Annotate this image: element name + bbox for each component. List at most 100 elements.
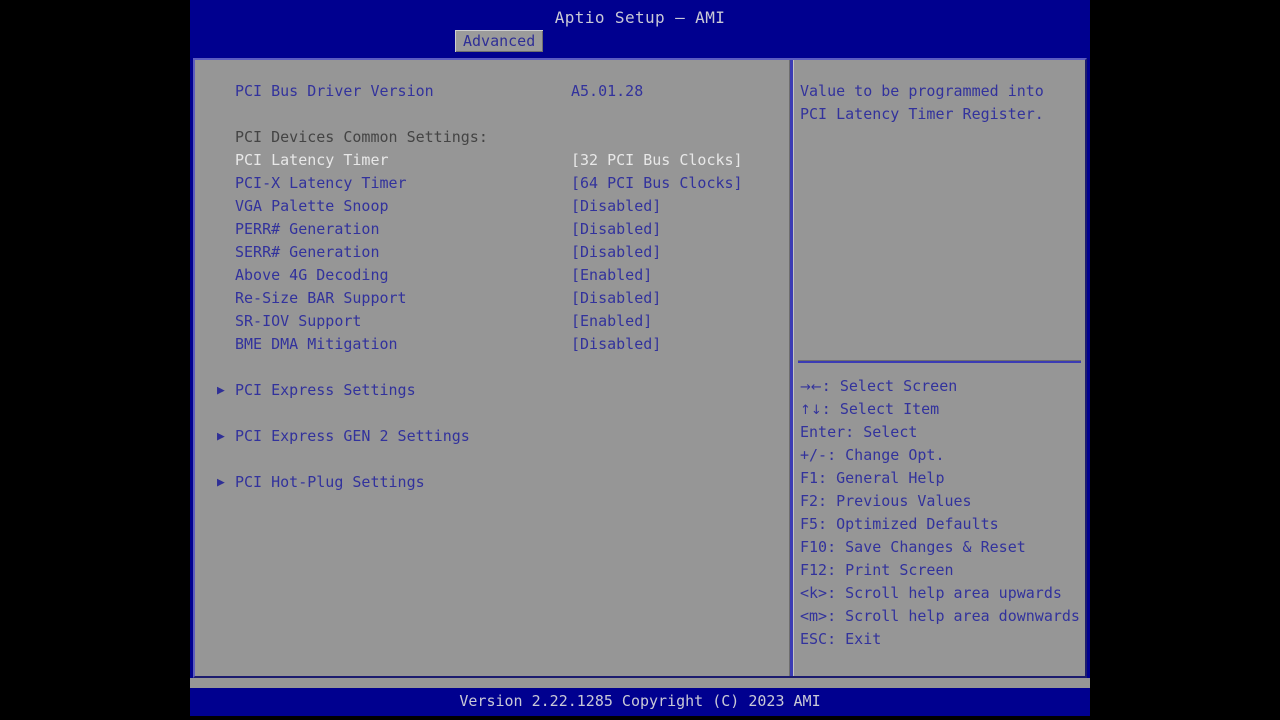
submenu-label: PCI Express Settings xyxy=(235,381,416,399)
setting-label: PCI Latency Timer xyxy=(235,151,389,169)
key-legend-text: : Select Screen xyxy=(821,377,958,395)
key-legend-row: Enter: Select xyxy=(800,421,1081,444)
bios-setup-screen: Aptio Setup – AMI Advanced PCI Bus Drive… xyxy=(190,0,1090,716)
key-legend-text: F12: Print Screen xyxy=(800,561,954,579)
setting-value[interactable]: [64 PCI Bus Clocks] xyxy=(571,172,743,195)
submenu-arrow-icon: ▶ xyxy=(217,475,225,490)
version-copyright: Version 2.22.1285 Copyright (C) 2023 AMI xyxy=(459,692,821,710)
setting-value[interactable]: [Disabled] xyxy=(571,333,661,356)
setting-value[interactable]: [Enabled] xyxy=(571,310,652,333)
key-legend-row: ESC: Exit xyxy=(800,628,1081,651)
title-bar: Aptio Setup – AMI Advanced xyxy=(190,0,1090,54)
submenu-label: PCI Hot-Plug Settings xyxy=(235,473,425,491)
setting-value[interactable]: [Disabled] xyxy=(571,241,661,264)
key-legend-row: <m>: Scroll help area downwards xyxy=(800,605,1081,628)
key-legend-row: F1: General Help xyxy=(800,467,1081,490)
setting-row[interactable]: PCI-X Latency Timer [64 PCI Bus Clocks] xyxy=(217,172,785,195)
help-separator xyxy=(798,360,1081,363)
submenu-arrow-icon: ▶ xyxy=(217,383,225,398)
help-pane: Value to be programmed into PCI Latency … xyxy=(794,60,1085,676)
row-pci-bus-driver-version: PCI Bus Driver Version A5.01.28 xyxy=(217,80,785,103)
setting-label: SERR# Generation xyxy=(235,243,380,261)
key-legend-text: <m>: Scroll help area downwards xyxy=(800,607,1080,625)
setting-row[interactable]: BME DMA Mitigation [Disabled] xyxy=(217,333,785,356)
help-description: Value to be programmed into PCI Latency … xyxy=(800,82,1044,123)
key-legend-row: +/-: Change Opt. xyxy=(800,444,1081,467)
setting-row[interactable]: Above 4G Decoding [Enabled] xyxy=(217,264,785,287)
settings-list: PCI Bus Driver Version A5.01.28 PCI Devi… xyxy=(217,80,785,494)
key-legend-row: F12: Print Screen xyxy=(800,559,1081,582)
driver-version-label: PCI Bus Driver Version xyxy=(235,82,434,100)
tab-advanced[interactable]: Advanced xyxy=(455,30,544,52)
setting-row[interactable]: SR-IOV Support [Enabled] xyxy=(217,310,785,333)
setting-row[interactable]: Re-Size BAR Support [Disabled] xyxy=(217,287,785,310)
row-bullet xyxy=(217,287,235,310)
row-bullet xyxy=(217,241,235,264)
setting-value[interactable]: [Disabled] xyxy=(571,218,661,241)
key-legend-text: F5: Optimized Defaults xyxy=(800,515,999,533)
setting-row[interactable]: PERR# Generation [Disabled] xyxy=(217,218,785,241)
setting-value[interactable]: [Disabled] xyxy=(571,287,661,310)
settings-rows: PCI Latency Timer [32 PCI Bus Clocks] PCI-… xyxy=(217,149,785,356)
key-legend-text: <k>: Scroll help area upwards xyxy=(800,584,1062,602)
key-legend-row: F5: Optimized Defaults xyxy=(800,513,1081,536)
row-bullet xyxy=(217,218,235,241)
key-legend-text: +/-: Change Opt. xyxy=(800,446,945,464)
key-legend-row: F2: Previous Values xyxy=(800,490,1081,513)
footer-gap xyxy=(190,678,1090,688)
submenu-rows: ▶ PCI Express Settings ▶ PCI Express GEN 2 … xyxy=(217,379,785,494)
arrow-keys-icon: ↑↓ xyxy=(800,403,822,418)
page-title: Aptio Setup – AMI xyxy=(554,8,726,27)
setting-label: PERR# Generation xyxy=(235,220,380,238)
row-spacer xyxy=(217,402,785,425)
submenu-arrow-icon: ▶ xyxy=(217,429,225,444)
key-legend-text: F2: Previous Values xyxy=(800,492,972,510)
submenu-row[interactable]: ▶ PCI Express Settings xyxy=(217,379,785,402)
content-frame: PCI Bus Driver Version A5.01.28 PCI Devi… xyxy=(193,58,1087,678)
menu-tab-strip: Advanced xyxy=(190,30,1090,54)
row-bullet xyxy=(217,149,235,172)
driver-version-value: A5.01.28 xyxy=(571,82,644,100)
row-spacer-1 xyxy=(217,103,785,126)
setting-label: BME DMA Mitigation xyxy=(235,335,398,353)
arrow-keys-icon: →← xyxy=(800,380,822,395)
panes: PCI Bus Driver Version A5.01.28 PCI Devi… xyxy=(195,60,1085,676)
row-bullet xyxy=(217,195,235,218)
row-spacer-2 xyxy=(217,356,785,379)
setting-value[interactable]: [Disabled] xyxy=(571,195,661,218)
section-header-label: PCI Devices Common Settings: xyxy=(235,128,488,146)
setting-label: VGA Palette Snoop xyxy=(235,197,389,215)
setting-label: PCI-X Latency Timer xyxy=(235,174,407,192)
row-bullet xyxy=(217,172,235,195)
setting-label: SR-IOV Support xyxy=(235,312,362,330)
submenu-label: PCI Express GEN 2 Settings xyxy=(235,427,470,445)
row-bullet xyxy=(217,310,235,333)
setting-label: Above 4G Decoding xyxy=(235,266,389,284)
key-legend: →←: Select Screen ↑↓: Select Item Enter: S… xyxy=(800,375,1081,651)
footer-bar: Version 2.22.1285 Copyright (C) 2023 AMI xyxy=(190,688,1090,714)
key-legend-row: F10: Save Changes & Reset xyxy=(800,536,1081,559)
key-legend-row: →←: Select Screen xyxy=(800,375,1081,398)
key-legend-text: : Select Item xyxy=(821,400,940,418)
key-legend-row: <k>: Scroll help area upwards xyxy=(800,582,1081,605)
setting-row[interactable]: SERR# Generation [Disabled] xyxy=(217,241,785,264)
submenu-row[interactable]: ▶ PCI Hot-Plug Settings xyxy=(217,471,785,494)
row-bullet xyxy=(217,126,235,149)
row-bullet xyxy=(217,333,235,356)
row-bullet xyxy=(217,80,235,103)
key-legend-text: F1: General Help xyxy=(800,469,945,487)
setting-value[interactable]: [32 PCI Bus Clocks] xyxy=(571,149,743,172)
setting-value[interactable]: [Enabled] xyxy=(571,264,652,287)
submenu-row[interactable]: ▶ PCI Express GEN 2 Settings xyxy=(217,425,785,448)
key-legend-text: Enter: Select xyxy=(800,423,918,441)
row-bullet xyxy=(217,264,235,287)
section-header-common-settings: PCI Devices Common Settings: xyxy=(217,126,785,149)
key-legend-row: ↑↓: Select Item xyxy=(800,398,1081,421)
setting-row[interactable]: PCI Latency Timer [32 PCI Bus Clocks] xyxy=(217,149,785,172)
settings-pane: PCI Bus Driver Version A5.01.28 PCI Devi… xyxy=(195,60,789,676)
key-legend-text: F10: Save Changes & Reset xyxy=(800,538,1026,556)
setting-label: Re-Size BAR Support xyxy=(235,289,407,307)
row-spacer xyxy=(217,448,785,471)
setting-row[interactable]: VGA Palette Snoop [Disabled] xyxy=(217,195,785,218)
key-legend-text: ESC: Exit xyxy=(800,630,882,648)
